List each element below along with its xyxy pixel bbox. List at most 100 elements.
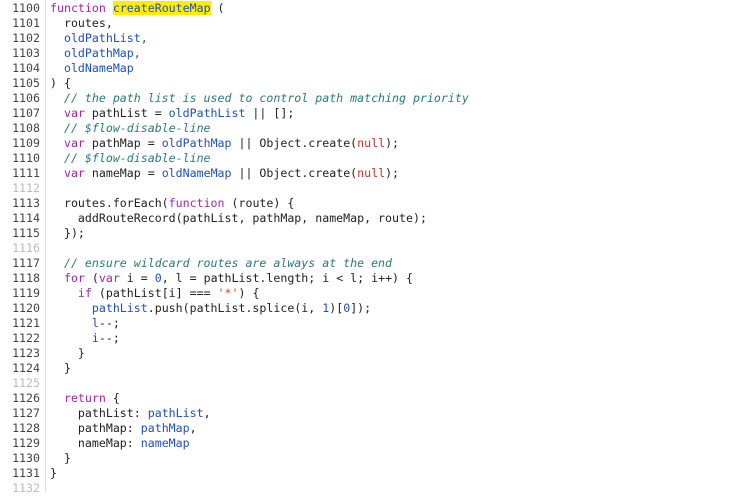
line-number[interactable]: 1100 bbox=[0, 1, 50, 16]
code-token: , l = pathList.length; i < l; i++) { bbox=[161, 271, 413, 285]
code-text: }); bbox=[50, 226, 85, 241]
code-text: // ensure wildcard routes are always at … bbox=[50, 256, 392, 271]
code-token: --; bbox=[98, 316, 120, 330]
code-text: function createRouteMap ( bbox=[50, 1, 225, 16]
line-number[interactable]: 1113 bbox=[0, 196, 50, 211]
code-token: var bbox=[63, 166, 92, 180]
code-token: oldPathList, bbox=[50, 31, 148, 45]
code-token: .push(pathList.splice(i, bbox=[147, 301, 323, 315]
line-number[interactable]: 1120 bbox=[0, 301, 50, 316]
code-text: // the path list is used to control path… bbox=[50, 91, 469, 106]
line-number[interactable]: 1112 bbox=[0, 181, 50, 196]
code-text: // $flow-disable-line bbox=[50, 151, 211, 166]
code-token: // $flow-disable-line bbox=[50, 151, 211, 165]
code-token: ) { bbox=[50, 76, 71, 90]
code-text: pathList: pathList, bbox=[50, 406, 211, 421]
code-line: 1124 } bbox=[0, 361, 729, 376]
line-number[interactable]: 1107 bbox=[0, 106, 50, 121]
code-text: pathList.push(pathList.splice(i, 1)[0]); bbox=[50, 301, 371, 316]
code-token: pathList: bbox=[50, 406, 148, 420]
code-token: oldNameMap bbox=[50, 61, 134, 75]
code-text: i--; bbox=[50, 331, 120, 346]
line-number[interactable]: 1119 bbox=[0, 286, 50, 301]
line-number[interactable]: 1128 bbox=[0, 421, 50, 436]
line-number[interactable]: 1116 bbox=[0, 241, 50, 256]
code-text: routes, bbox=[50, 16, 113, 31]
line-number[interactable]: 1114 bbox=[0, 211, 50, 226]
line-number[interactable]: 1111 bbox=[0, 166, 50, 181]
code-token: i = bbox=[126, 271, 155, 285]
code-token: oldPathMap bbox=[161, 136, 232, 150]
line-number[interactable]: 1103 bbox=[0, 46, 50, 61]
line-number[interactable]: 1115 bbox=[0, 226, 50, 241]
code-token: || Object.create( bbox=[231, 136, 358, 150]
line-number[interactable]: 1123 bbox=[0, 346, 50, 361]
code-line: 1114 addRouteRecord(pathList, pathMap, n… bbox=[0, 211, 729, 226]
code-line: 1122 i--; bbox=[0, 331, 729, 346]
code-line: 1100 function createRouteMap ( bbox=[0, 1, 729, 16]
code-token: pathList bbox=[91, 301, 148, 315]
code-token: if bbox=[77, 286, 99, 300]
code-token: return bbox=[63, 391, 113, 405]
code-token: addRouteRecord(pathList, pathMap, nameMa… bbox=[50, 211, 427, 225]
line-number[interactable]: 1125 bbox=[0, 376, 50, 391]
code-text: } bbox=[50, 466, 57, 481]
code-text: oldPathMap, bbox=[50, 46, 141, 61]
code-token: oldPathList bbox=[168, 106, 246, 120]
line-number[interactable]: 1118 bbox=[0, 271, 50, 286]
code-line: 1128 pathMap: pathMap, bbox=[0, 421, 729, 436]
line-number[interactable]: 1130 bbox=[0, 451, 50, 466]
code-line: 1110 // $flow-disable-line bbox=[0, 151, 729, 166]
code-token: ]); bbox=[350, 301, 372, 315]
code-token: || Object.create( bbox=[231, 166, 358, 180]
line-number[interactable]: 1105 bbox=[0, 76, 50, 91]
line-number[interactable]: 1104 bbox=[0, 61, 50, 76]
line-number[interactable]: 1102 bbox=[0, 31, 50, 46]
code-text: } bbox=[50, 346, 85, 361]
line-number[interactable]: 1132 bbox=[0, 481, 50, 496]
line-number[interactable]: 1109 bbox=[0, 136, 50, 151]
line-number[interactable]: 1108 bbox=[0, 121, 50, 136]
line-number[interactable]: 1122 bbox=[0, 331, 50, 346]
code-line: 1130 } bbox=[0, 451, 729, 466]
code-token: l bbox=[91, 316, 99, 330]
code-token: , bbox=[203, 406, 211, 420]
code-token: var bbox=[63, 136, 92, 150]
code-line: 1117 // ensure wildcard routes are alway… bbox=[0, 256, 729, 271]
line-number[interactable]: 1106 bbox=[0, 91, 50, 106]
code-token: } bbox=[50, 346, 85, 360]
line-number[interactable]: 1117 bbox=[0, 256, 50, 271]
line-number[interactable]: 1124 bbox=[0, 361, 50, 376]
code-token: ) { bbox=[238, 286, 260, 300]
code-line: 1105) { bbox=[0, 76, 729, 91]
code-token: '*' bbox=[217, 286, 239, 300]
code-line: 1116 bbox=[0, 241, 729, 256]
code-text: l--; bbox=[50, 316, 120, 331]
code-text: pathMap: pathMap, bbox=[50, 421, 197, 436]
code-text: // $flow-disable-line bbox=[50, 121, 211, 136]
line-number[interactable]: 1131 bbox=[0, 466, 50, 481]
code-token: (pathList[i] === bbox=[98, 286, 218, 300]
line-number[interactable]: 1121 bbox=[0, 316, 50, 331]
code-line: 1115 }); bbox=[0, 226, 729, 241]
source-code-viewer[interactable]: 1100 function createRouteMap (1101 routes… bbox=[0, 0, 729, 495]
code-text: var pathList = oldPathList || []; bbox=[50, 106, 294, 121]
line-number[interactable]: 1101 bbox=[0, 16, 50, 31]
line-number[interactable]: 1129 bbox=[0, 436, 50, 451]
line-number[interactable]: 1127 bbox=[0, 406, 50, 421]
code-token: null bbox=[357, 136, 386, 150]
line-number[interactable]: 1126 bbox=[0, 391, 50, 406]
code-token: pathMap bbox=[140, 421, 190, 435]
line-number[interactable]: 1110 bbox=[0, 151, 50, 166]
code-text: var pathMap = oldPathMap || Object.creat… bbox=[50, 136, 399, 151]
code-token: } bbox=[50, 451, 71, 465]
code-token: , bbox=[189, 421, 197, 435]
code-text: routes.forEach(function (route) { bbox=[50, 196, 294, 211]
code-line: 1120 pathList.push(pathList.splice(i, 1)… bbox=[0, 301, 729, 316]
code-token: nameMap: bbox=[50, 436, 141, 450]
